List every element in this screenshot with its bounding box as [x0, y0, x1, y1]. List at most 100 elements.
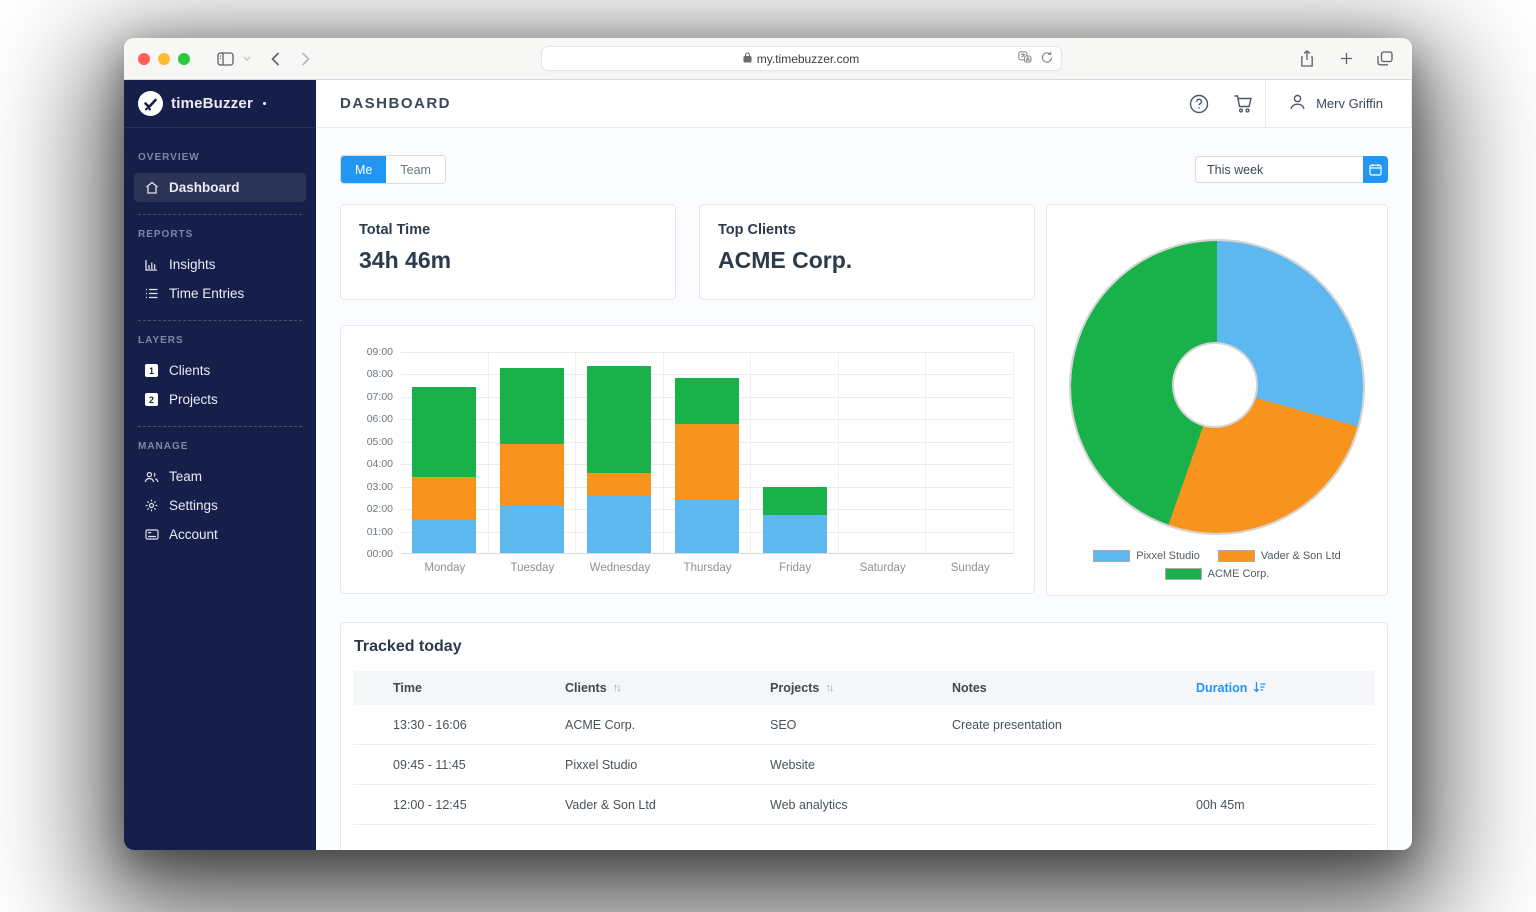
- user-icon: [1288, 93, 1307, 115]
- y-axis-tick-label: 04:00: [366, 458, 393, 471]
- top-clients-label: Top Clients: [718, 222, 796, 238]
- date-range-input[interactable]: This week: [1195, 156, 1363, 183]
- chart-legend: Pixxel Studio Vader & Son Ltd ACME Corp.: [1067, 550, 1367, 580]
- notes-column-header: Notes: [952, 681, 987, 695]
- sidebar-item-clients[interactable]: 1 Clients: [134, 356, 306, 385]
- duration-cell: 00h 45m: [1196, 797, 1245, 812]
- projects-column-header[interactable]: Projects ↑↓: [770, 681, 952, 695]
- bar-segment-pixxel-studio[interactable]: [675, 499, 740, 553]
- team-icon: [144, 471, 159, 483]
- bar-segment-pixxel-studio[interactable]: [762, 514, 827, 553]
- table-row[interactable]: 09:45 - 11:45 Pixxel Studio Website: [353, 745, 1375, 785]
- bar-segment-vader-son-ltd[interactable]: [499, 444, 564, 506]
- bar-column-monday: [401, 352, 488, 553]
- sidebar-item-account[interactable]: Account: [134, 520, 306, 549]
- app-header: DASHBOARD Merv Griffin: [316, 80, 1412, 128]
- clients-column-header[interactable]: Clients ↑↓: [565, 681, 770, 695]
- bar-column-thursday: [662, 352, 751, 553]
- share-icon[interactable]: [1294, 46, 1320, 72]
- reload-icon[interactable]: [1041, 51, 1053, 67]
- sidebar-item-insights[interactable]: Insights: [134, 250, 306, 279]
- toggle-team-button[interactable]: Team: [386, 156, 445, 183]
- weekly-bar-chart-card: 00:00 01:00 02:00 03:00 04:00 05:00 06:00 07:00…: [340, 325, 1035, 594]
- donut-chart: [1069, 239, 1365, 535]
- stacked-bar-monday[interactable]: [412, 386, 477, 553]
- table-row[interactable]: [353, 825, 1375, 850]
- badge-1-icon: 1: [144, 364, 159, 377]
- note-cell: Create presentation: [952, 717, 1062, 732]
- y-axis-tick-label: 08:00: [366, 368, 393, 381]
- sidebar-item-projects[interactable]: 2 Projects: [134, 385, 306, 414]
- bar-chart-plot: 00:00 01:00 02:00 03:00 04:00 05:00 06:00 07:00…: [367, 346, 1015, 560]
- bar-segment-vader-son-ltd[interactable]: [587, 473, 652, 496]
- bar-segment-vader-son-ltd[interactable]: [675, 423, 740, 500]
- minimize-window-button[interactable]: [158, 52, 170, 65]
- help-icon[interactable]: [1177, 80, 1221, 127]
- calendar-icon[interactable]: [1363, 156, 1388, 183]
- address-bar[interactable]: my.timebuzzer.com: [540, 46, 1062, 71]
- bar-segment-acme-corp-[interactable]: [762, 486, 827, 515]
- fullscreen-window-button[interactable]: [178, 52, 190, 65]
- legend-item-vader-son-ltd[interactable]: Vader & Son Ltd: [1217, 550, 1341, 562]
- user-menu[interactable]: Merv Griffin: [1266, 93, 1411, 115]
- settings-icon: [144, 499, 159, 512]
- sidebar-item-dashboard[interactable]: Dashboard: [134, 173, 306, 202]
- forward-icon[interactable]: [292, 46, 318, 72]
- x-axis-label-tuesday: Tuesday: [510, 562, 555, 574]
- time-cell: 13:30 - 16:06: [393, 717, 467, 732]
- duration-column-header[interactable]: Duration: [1196, 681, 1375, 696]
- client-cell: Vader & Son Ltd: [565, 797, 656, 812]
- dashboard-content: Me Team This week Total Time 34h 46m Top…: [316, 128, 1412, 850]
- sidebar-item-time-entries[interactable]: Time Entries: [134, 279, 306, 308]
- bar-segment-acme-corp-[interactable]: [499, 367, 564, 445]
- bar-chart-x-labels: Monday Tuesday Wednesday Thursday Friday Satu…: [401, 554, 1014, 574]
- tracked-today-title: Tracked today: [354, 638, 462, 655]
- sort-icon[interactable]: ↑↓: [613, 682, 622, 694]
- y-axis-tick-label: 01:00: [366, 525, 393, 538]
- back-icon[interactable]: [262, 46, 288, 72]
- top-clients-value: ACME Corp.: [718, 247, 853, 273]
- sort-desc-icon[interactable]: [1253, 681, 1266, 696]
- sidebar: timeBuzzer OVERVIEW Dashboard REPORTS Insig…: [124, 80, 316, 850]
- bar-segment-pixxel-studio[interactable]: [499, 505, 564, 553]
- legend-label: Pixxel Studio: [1136, 550, 1200, 562]
- bar-segment-acme-corp-[interactable]: [412, 386, 477, 477]
- sidebar-item-settings[interactable]: Settings: [134, 491, 306, 520]
- stacked-bar-wednesday[interactable]: [587, 365, 652, 553]
- stacked-bar-thursday[interactable]: [675, 377, 740, 553]
- bar-segment-acme-corp-[interactable]: [587, 365, 652, 474]
- close-window-button[interactable]: [138, 52, 150, 65]
- app-logo[interactable]: timeBuzzer: [124, 80, 316, 128]
- sidebar-item-label: Clients: [169, 363, 211, 378]
- sidebar-chevron-icon[interactable]: [238, 46, 256, 72]
- toggle-me-button[interactable]: Me: [341, 156, 387, 183]
- bar-column-saturday: [837, 352, 926, 553]
- legend-swatch: [1217, 550, 1255, 562]
- bar-segment-vader-son-ltd[interactable]: [412, 476, 477, 521]
- stacked-bar-tuesday[interactable]: [499, 367, 564, 553]
- table-row[interactable]: 13:30 - 16:06 ACME Corp. SEO Create present…: [353, 705, 1375, 745]
- legend-swatch: [1164, 568, 1202, 580]
- stacked-bar-friday[interactable]: [762, 486, 827, 553]
- bar-segment-pixxel-studio[interactable]: [412, 520, 477, 553]
- sidebar-item-label: Account: [169, 527, 218, 542]
- bar-segment-acme-corp-[interactable]: [675, 377, 740, 424]
- tab-overview-icon[interactable]: [1372, 46, 1398, 72]
- y-axis-tick-label: 06:00: [366, 413, 393, 426]
- x-axis-label-thursday: Thursday: [683, 562, 732, 574]
- legend-item-pixxel-studio[interactable]: Pixxel Studio: [1093, 550, 1200, 562]
- legend-item-acme-corp-[interactable]: ACME Corp.: [1164, 568, 1269, 580]
- sidebar-item-label: Projects: [169, 392, 218, 407]
- new-tab-icon[interactable]: [1333, 46, 1359, 72]
- table-row[interactable]: 12:00 - 12:45 Vader & Son Ltd Web analytic…: [353, 785, 1375, 825]
- x-axis-label-sunday: Sunday: [950, 562, 990, 574]
- sort-icon[interactable]: ↑↓: [825, 682, 834, 694]
- sidebar-toggle-icon[interactable]: [212, 46, 238, 72]
- total-time-label: Total Time: [359, 222, 431, 238]
- bar-segment-pixxel-studio[interactable]: [587, 495, 652, 553]
- sidebar-item-label: Time Entries: [169, 286, 245, 301]
- translate-icon[interactable]: [1017, 50, 1032, 67]
- sidebar-item-team[interactable]: Team: [134, 462, 306, 491]
- timebuzzer-logo-icon: [138, 91, 163, 116]
- cart-icon[interactable]: [1221, 80, 1265, 127]
